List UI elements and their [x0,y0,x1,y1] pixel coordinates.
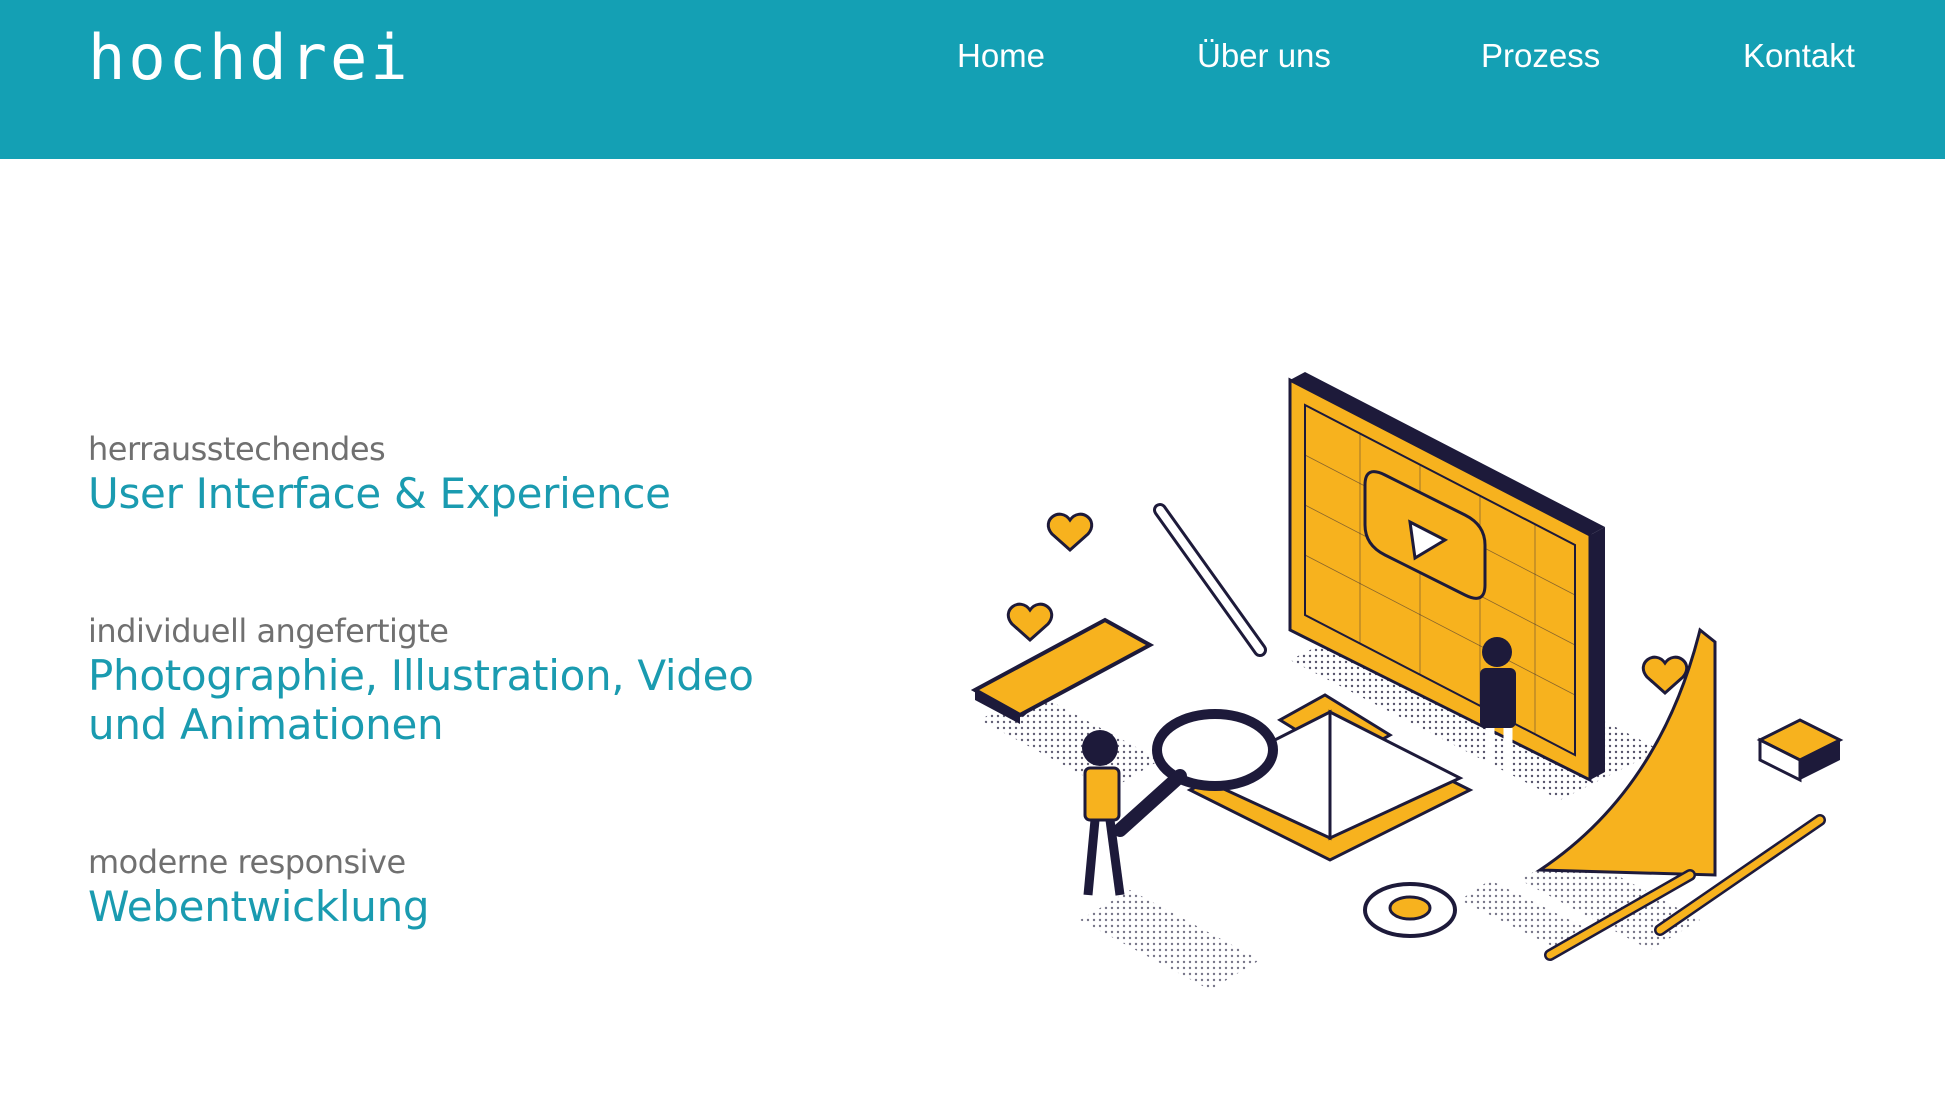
service-kicker: moderne responsive [88,843,406,881]
logo[interactable]: hochdrei [88,22,411,94]
nav-ueber-uns[interactable]: Über uns [1197,36,1331,76]
hero-illustration [970,372,1844,990]
service-kicker: herrausstechendes [88,430,386,468]
tape-measure-icon [1363,882,1457,938]
service-headline: Webentwicklung [88,882,430,931]
box-icon [1756,718,1844,783]
service-headline: Photographie, Illustration, Video [88,651,754,700]
service-webdev: moderne responsive Webentwicklung [88,842,430,931]
nav-home[interactable]: Home [957,36,1045,76]
nav-prozess[interactable]: Prozess [1481,36,1600,76]
service-headline: und Animationen [88,700,444,749]
service-media: individuell angefertigte Photographie, I… [88,611,754,749]
service-ui-ux: herrausstechendes User Interface & Exper… [88,429,671,518]
service-kicker: individuell angefertigte [88,612,449,650]
pen-icon [1153,503,1267,657]
service-headline: User Interface & Experience [88,469,671,518]
top-header: hochdrei Home Über uns Prozess Kontakt [0,0,1945,159]
person-icon [1082,730,1125,896]
nav-kontakt[interactable]: Kontakt [1743,36,1855,76]
